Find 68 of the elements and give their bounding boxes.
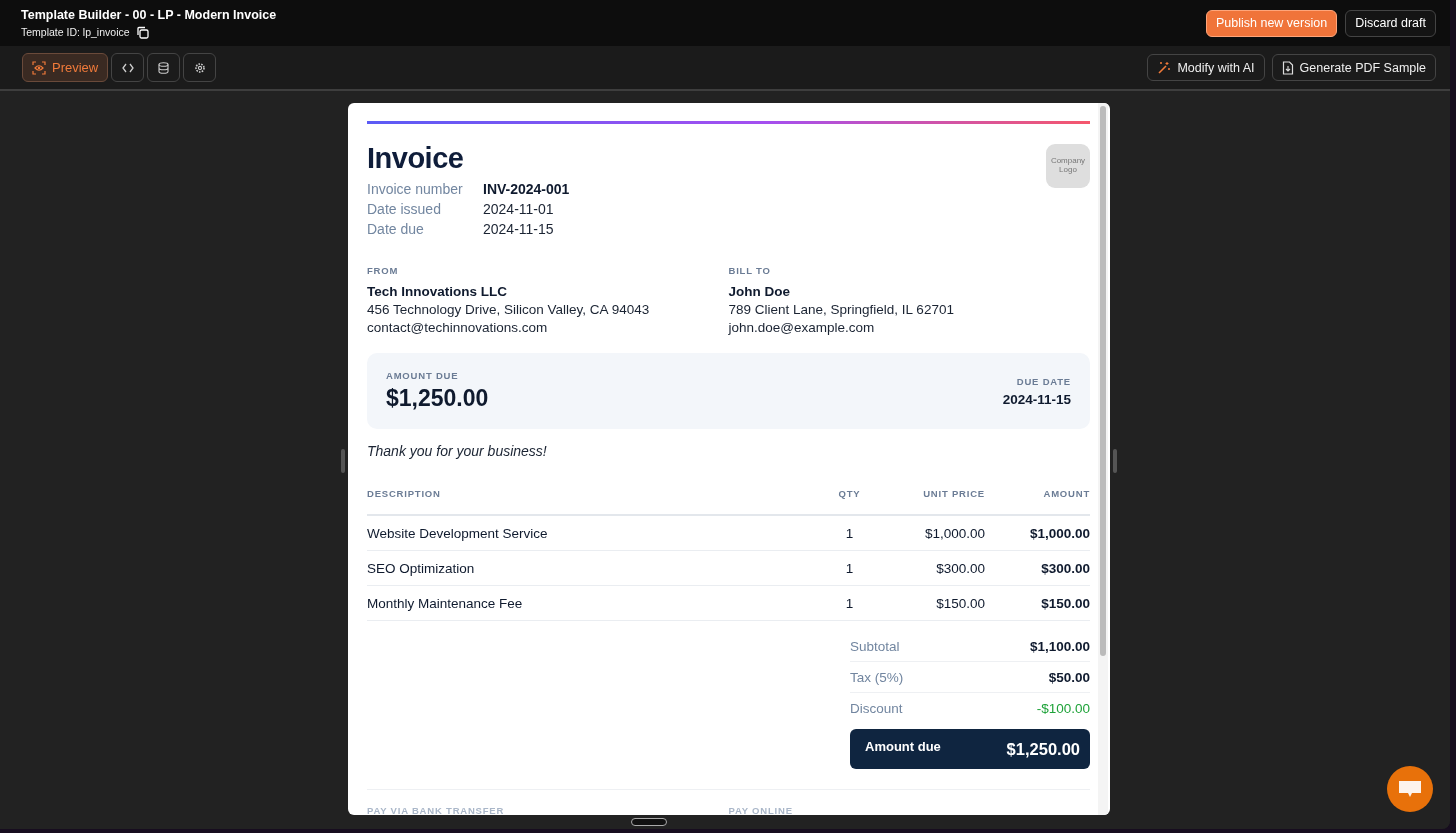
code-tab[interactable] bbox=[111, 53, 145, 82]
column-header: DESCRIPTION bbox=[367, 488, 442, 499]
payment-heading: PAY VIA BANK TRANSFER bbox=[367, 805, 506, 815]
total-value: -$100.00 bbox=[1036, 700, 1090, 716]
chat-button[interactable] bbox=[1387, 766, 1433, 812]
meta-value: 2024-11-15 bbox=[483, 221, 555, 237]
party-name: Tech Innovations LLC bbox=[367, 284, 508, 299]
document-download-icon bbox=[1281, 60, 1294, 75]
settings-icon bbox=[193, 61, 206, 74]
meta-value: 2024-11-01 bbox=[483, 201, 555, 217]
modify-ai-button[interactable]: Modify with AI bbox=[1147, 54, 1265, 81]
code-icon bbox=[121, 62, 134, 73]
table-cell-text: Website Development Service bbox=[367, 525, 549, 541]
table-cell-text: $300.00 bbox=[1040, 560, 1090, 576]
total-label: Tax (5%) bbox=[850, 669, 904, 685]
total-label: Discount bbox=[850, 700, 903, 716]
table-cell-text: $300.00 bbox=[935, 560, 985, 576]
column-header: UNIT PRICE bbox=[922, 488, 985, 499]
total-value: $1,100.00 bbox=[1029, 638, 1090, 654]
meta-label: Invoice number bbox=[367, 181, 464, 197]
table-cell-text: $150.00 bbox=[1040, 595, 1090, 611]
party-address: 456 Technology Drive, Silicon Valley, CA 94043 bbox=[367, 302, 651, 317]
total-due-label: Amount due bbox=[865, 738, 941, 754]
total-due-value: $1,250.00 bbox=[1006, 739, 1080, 759]
resize-handle[interactable] bbox=[631, 818, 667, 826]
generate-pdf-button[interactable]: Generate PDF Sample bbox=[1271, 54, 1436, 81]
resize-handle[interactable] bbox=[341, 449, 345, 473]
thank-you-note: Thank you for your business! bbox=[367, 443, 548, 459]
column-header: AMOUNT bbox=[1042, 488, 1090, 499]
party-heading: FROM bbox=[367, 265, 400, 276]
table-cell-text: 1 bbox=[844, 560, 855, 576]
party-email: john.doe@example.com bbox=[728, 320, 876, 335]
eye-icon bbox=[32, 60, 46, 75]
discard-button[interactable]: Discard draft bbox=[1345, 9, 1436, 37]
party-name: John Doe bbox=[728, 284, 791, 299]
table-cell-text: 1 bbox=[844, 595, 855, 611]
meta-value: INV-2024-001 bbox=[483, 181, 570, 197]
database-icon bbox=[158, 61, 170, 74]
due-date-label: DUE DATE bbox=[1015, 375, 1071, 387]
table-cell-text: SEO Optimization bbox=[367, 560, 476, 576]
meta-label: Date issued bbox=[367, 201, 442, 217]
settings-tab[interactable] bbox=[183, 53, 217, 82]
party-email: contact@techinnovations.com bbox=[367, 320, 549, 335]
scrollbar[interactable] bbox=[1098, 103, 1108, 815]
table-cell-text: 1 bbox=[844, 525, 855, 541]
resize-handle[interactable] bbox=[1113, 449, 1117, 473]
party-heading: BILL TO bbox=[728, 265, 772, 276]
table-cell-text: Monthly Maintenance Fee bbox=[367, 595, 524, 611]
payment-heading: PAY ONLINE bbox=[728, 805, 794, 815]
template-title: Template Builder - 00 - LP - Modern Invoice bbox=[21, 7, 277, 22]
amount-due-label: AMOUNT DUE bbox=[386, 370, 460, 381]
invoice-title: Invoice bbox=[367, 142, 465, 175]
preview-tab[interactable]: Preview bbox=[22, 53, 109, 82]
party-address: 789 Client Lane, Springfield, IL 62701 bbox=[728, 302, 955, 317]
column-header: QTY bbox=[837, 488, 862, 499]
amount-due-value: $1,250.00 bbox=[386, 385, 489, 412]
meta-label: Date due bbox=[367, 221, 425, 237]
data-tab[interactable] bbox=[147, 53, 181, 82]
total-label: Subtotal bbox=[850, 638, 900, 654]
magic-wand-icon bbox=[1157, 60, 1172, 75]
table-cell-text: $1,000.00 bbox=[1028, 525, 1090, 541]
due-date-value: 2024-11-15 bbox=[1002, 391, 1071, 407]
table-cell-text: $1,000.00 bbox=[923, 525, 985, 541]
copy-icon[interactable] bbox=[135, 25, 149, 39]
logo-text: Company Logo bbox=[1049, 157, 1087, 175]
total-value: $50.00 bbox=[1048, 669, 1090, 685]
table-cell-text: $150.00 bbox=[935, 595, 985, 611]
template-id: Template ID: lp_invoice bbox=[21, 26, 130, 38]
